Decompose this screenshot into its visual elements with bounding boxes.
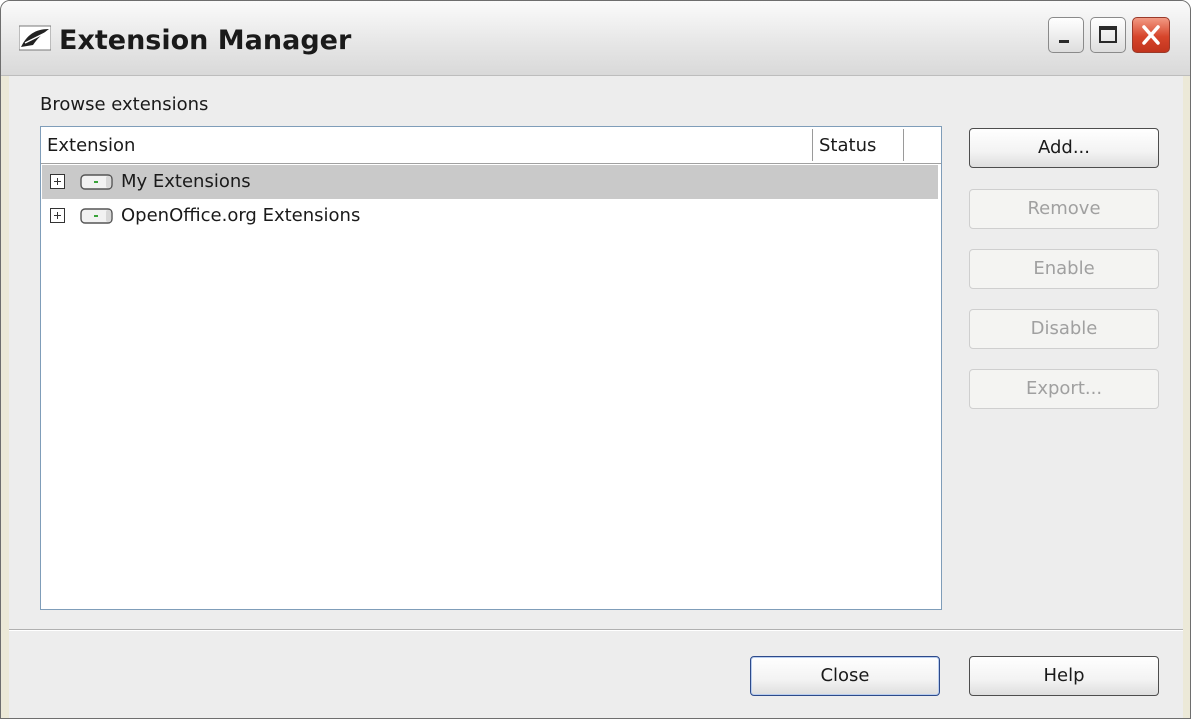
expand-plus-icon[interactable] <box>50 208 65 223</box>
column-header-extension[interactable]: Extension <box>47 135 135 156</box>
add-button[interactable]: Add... <box>969 128 1159 168</box>
remove-button[interactable]: Remove <box>969 189 1159 229</box>
browse-extensions-label: Browse extensions <box>40 94 209 115</box>
drive-icon <box>80 208 113 224</box>
title-bar[interactable]: Extension Manager <box>1 1 1190 76</box>
column-header-status[interactable]: Status <box>819 135 876 156</box>
list-header: Extension Status <box>41 127 941 164</box>
drive-icon <box>80 174 113 190</box>
disable-button[interactable]: Disable <box>969 309 1159 349</box>
footer-divider <box>9 629 1183 631</box>
list-item-openoffice-extensions[interactable]: OpenOffice.org Extensions <box>42 199 938 233</box>
close-window-button[interactable] <box>1132 17 1170 53</box>
maximize-icon <box>1099 26 1117 43</box>
list-item-label: My Extensions <box>121 171 251 192</box>
export-button[interactable]: Export... <box>969 369 1159 409</box>
window-title: Extension Manager <box>59 25 352 56</box>
dialog-body: Browse extensions Extension Status My Ex… <box>9 76 1183 718</box>
minimize-button[interactable] <box>1048 17 1084 53</box>
close-icon <box>1142 25 1160 45</box>
help-button[interactable]: Help <box>969 656 1159 696</box>
openoffice-gull-icon <box>19 25 51 51</box>
extension-manager-window: Extension Manager Browse extensions Exte… <box>0 0 1191 719</box>
expand-plus-icon[interactable] <box>50 174 65 189</box>
list-item-my-extensions[interactable]: My Extensions <box>42 165 938 199</box>
column-divider[interactable] <box>812 129 813 161</box>
list-item-label: OpenOffice.org Extensions <box>121 205 361 226</box>
enable-button[interactable]: Enable <box>969 249 1159 289</box>
column-divider[interactable] <box>903 129 904 161</box>
minimize-icon <box>1059 40 1069 43</box>
extensions-list[interactable]: Extension Status My Extensions OpenOffic… <box>40 126 942 610</box>
close-button[interactable]: Close <box>750 656 940 696</box>
maximize-button[interactable] <box>1090 17 1126 53</box>
